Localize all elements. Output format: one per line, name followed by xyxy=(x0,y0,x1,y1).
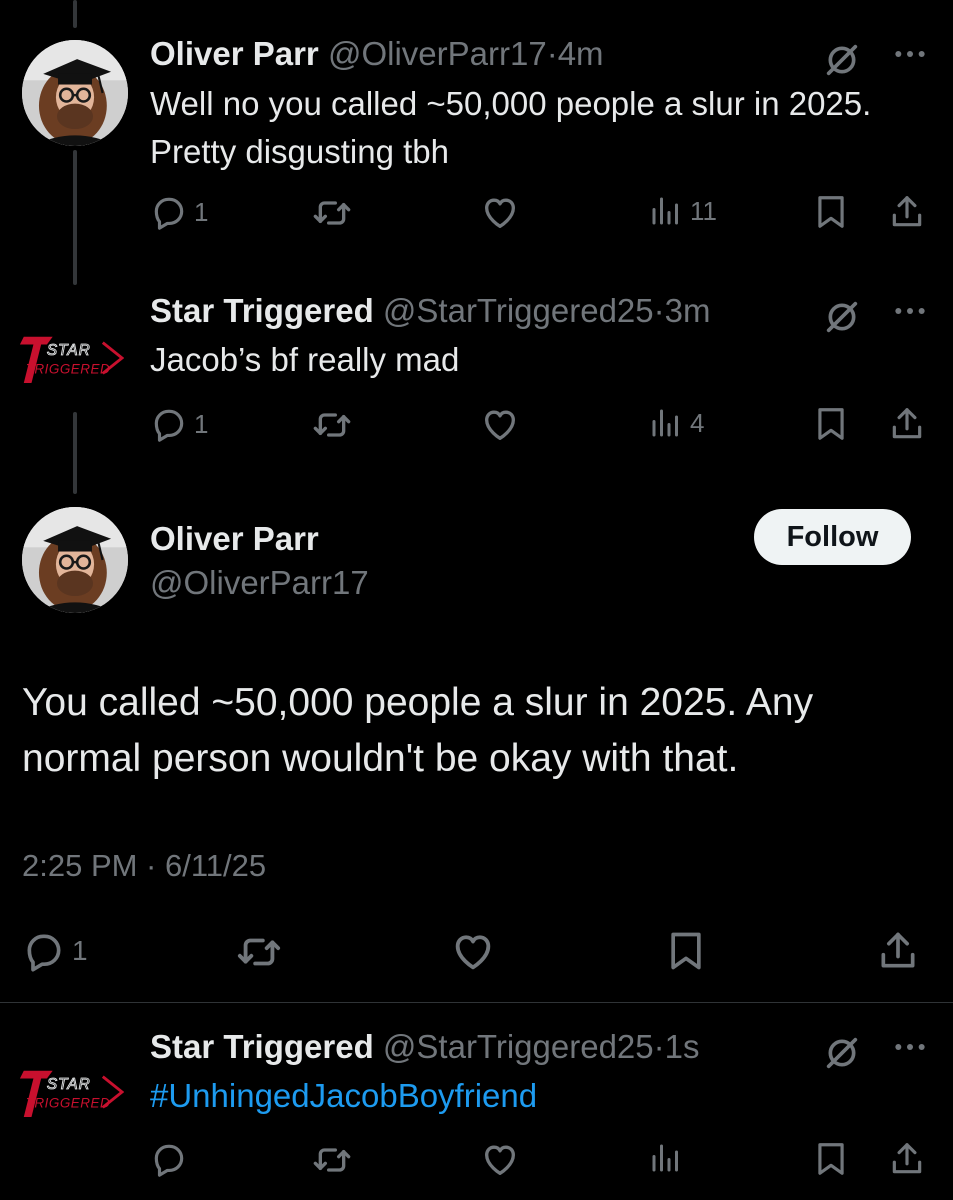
reply-button[interactable]: 1 xyxy=(150,405,208,443)
reply-count: 1 xyxy=(194,408,209,439)
tweet-timestamp[interactable]: 2:25 PM · 6/11/25 xyxy=(22,848,266,884)
share-button[interactable] xyxy=(888,1140,926,1178)
retweet-button[interactable] xyxy=(312,193,352,233)
retweet-icon xyxy=(312,405,352,445)
separator: · xyxy=(653,292,665,329)
like-button[interactable] xyxy=(480,1140,520,1180)
like-icon xyxy=(450,929,496,975)
bookmark-icon xyxy=(812,193,850,231)
reply-icon xyxy=(150,1140,188,1178)
share-icon xyxy=(888,405,926,443)
like-button[interactable] xyxy=(480,405,520,445)
like-icon xyxy=(480,1140,520,1180)
bookmark-icon xyxy=(664,929,708,973)
logo-text-triggered: TRIGGERED xyxy=(26,1095,110,1110)
logo-text-star: STAR xyxy=(47,1076,91,1093)
avatar-star-triggered[interactable]: STAR TRIGGERED xyxy=(18,1062,124,1122)
like-icon xyxy=(480,405,520,445)
retweet-icon xyxy=(312,193,352,233)
share-icon xyxy=(888,193,926,231)
views-icon xyxy=(648,193,684,229)
logo-text-star: STAR xyxy=(47,342,91,359)
views-count: 11 xyxy=(690,195,717,226)
retweet-button[interactable] xyxy=(236,929,282,975)
separator: · xyxy=(653,1028,665,1065)
more-icon[interactable] xyxy=(890,1027,930,1067)
views-button[interactable] xyxy=(648,1140,684,1176)
share-button[interactable] xyxy=(876,929,920,973)
reply-count: 1 xyxy=(194,196,209,227)
reply-icon xyxy=(22,929,66,973)
user-handle[interactable]: @OliverParr17 xyxy=(328,35,547,72)
avatar-star-triggered[interactable]: STAR TRIGGERED xyxy=(18,328,124,388)
more-icon[interactable] xyxy=(890,34,930,74)
focused-tweet-text: You called ~50,000 people a slur in 2025… xyxy=(22,681,814,780)
reply-button[interactable] xyxy=(150,1140,188,1178)
muted-icon[interactable] xyxy=(822,297,862,337)
share-button[interactable] xyxy=(888,193,926,231)
retweet-icon xyxy=(312,1140,352,1180)
more-icon[interactable] xyxy=(890,291,930,331)
display-name[interactable]: Star Triggered xyxy=(150,1028,374,1065)
tweet-header: Star Triggered @StarTriggered25·3m xyxy=(150,291,711,331)
reply-button[interactable]: 1 xyxy=(22,929,88,973)
bookmark-button[interactable] xyxy=(812,405,850,443)
views-count: 4 xyxy=(690,407,705,438)
logo-text-triggered: TRIGGERED xyxy=(26,361,110,376)
tweet-text: Well no you called ~50,000 people a slur… xyxy=(150,85,872,170)
bookmark-button[interactable] xyxy=(812,1140,850,1178)
tweet-text: Jacob’s bf really mad xyxy=(150,341,460,378)
user-handle[interactable]: @StarTriggered25 xyxy=(383,1028,654,1065)
share-icon xyxy=(876,929,920,973)
views-icon xyxy=(648,1140,684,1176)
reply-button[interactable]: 1 xyxy=(150,193,208,231)
reply-icon xyxy=(150,193,188,231)
follow-button[interactable]: Follow xyxy=(754,509,911,565)
separator: · xyxy=(546,35,558,72)
retweet-icon xyxy=(236,929,282,975)
share-button[interactable] xyxy=(888,405,926,443)
avatar-oliver-parr[interactable] xyxy=(22,40,128,146)
reply-icon xyxy=(150,405,188,443)
thread-line xyxy=(73,0,77,28)
user-handle[interactable]: @OliverParr17 xyxy=(150,562,369,604)
muted-icon[interactable] xyxy=(822,1033,862,1073)
bookmark-button[interactable] xyxy=(812,193,850,231)
display-name[interactable]: Star Triggered xyxy=(150,292,374,329)
tweet-time[interactable]: 4m xyxy=(558,35,604,72)
thread-line xyxy=(73,412,77,494)
reply-count: 1 xyxy=(72,935,88,966)
retweet-button[interactable] xyxy=(312,1140,352,1180)
bookmark-icon xyxy=(812,405,850,443)
like-button[interactable] xyxy=(450,929,496,975)
bookmark-icon xyxy=(812,1140,850,1178)
like-button[interactable] xyxy=(480,193,520,233)
bookmark-button[interactable] xyxy=(664,929,708,973)
views-button[interactable]: 11 xyxy=(648,193,717,229)
thread-line xyxy=(73,150,77,285)
muted-icon[interactable] xyxy=(822,40,862,80)
like-icon xyxy=(480,193,520,233)
share-icon xyxy=(888,1140,926,1178)
hashtag-link[interactable]: #UnhingedJacobBoyfriend xyxy=(150,1072,537,1120)
divider xyxy=(0,1002,953,1003)
display-name[interactable]: Oliver Parr xyxy=(150,518,319,560)
views-icon xyxy=(648,405,684,441)
retweet-button[interactable] xyxy=(312,405,352,445)
views-button[interactable]: 4 xyxy=(648,405,704,441)
tweet-time[interactable]: 1s xyxy=(665,1028,700,1065)
tweet-time[interactable]: 3m xyxy=(665,292,711,329)
tweet-header: Oliver Parr @OliverParr17·4m xyxy=(150,34,604,74)
tweet-header: Star Triggered @StarTriggered25·1s xyxy=(150,1027,700,1067)
avatar-oliver-parr[interactable] xyxy=(22,507,128,613)
display-name[interactable]: Oliver Parr xyxy=(150,35,319,72)
user-handle[interactable]: @StarTriggered25 xyxy=(383,292,654,329)
